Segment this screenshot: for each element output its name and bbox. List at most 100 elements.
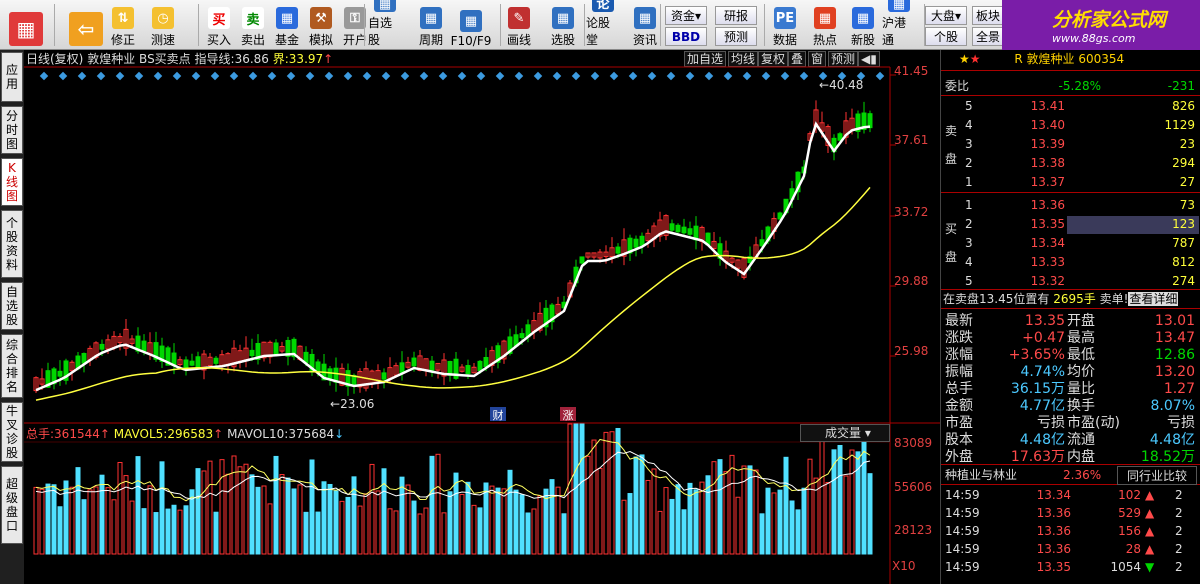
app-logo-button[interactable]: ▦ [6, 2, 46, 48]
hk-connect-button[interactable]: ▦ 沪港通 [882, 0, 916, 48]
vtab-5[interactable]: 自选股 [1, 282, 23, 330]
bid-price: 13.34 [1030, 236, 1065, 250]
signal-diamond [799, 71, 809, 81]
candle-body [273, 342, 279, 356]
signal-diamond [191, 71, 201, 81]
hammer-button[interactable]: ⚒ 模拟 [304, 2, 338, 48]
quote-panel: ★★ R 敦煌种业 600354 委比 -5.28% -231 5 13.41 82… [940, 50, 1200, 584]
sell-button[interactable]: 卖卖出 [236, 2, 270, 48]
volume-bar [801, 487, 807, 555]
select-stock-button[interactable]: ▦ 选股 [546, 2, 580, 48]
volume-bar [633, 456, 639, 555]
market-button[interactable]: 大盘 ▾ [925, 6, 967, 25]
candle-body [579, 256, 585, 264]
ask-level: 1 [965, 175, 973, 189]
buy-button[interactable]: 买买入 [202, 2, 236, 48]
vtab-2[interactable]: 分时图 [1, 106, 23, 154]
research-button[interactable]: 研报 [715, 6, 757, 25]
industry-name[interactable]: 种植业与林业 [945, 466, 1017, 485]
signal-diamond [438, 71, 448, 81]
signal-diamond [39, 71, 49, 81]
signal-diamond [419, 71, 429, 81]
volume-bar [39, 488, 45, 555]
pen-button[interactable]: ✎ 画线 [502, 2, 536, 48]
kline-svg[interactable] [24, 50, 940, 584]
logo-title: 分析家公式网 [1052, 9, 1167, 31]
period-button[interactable]: ▦ 周期 [414, 2, 448, 48]
forecast-button[interactable]: 预测 [715, 27, 757, 46]
star-icon[interactable]: ★ [959, 52, 970, 66]
new-stock-button[interactable]: ▦ 新股 [846, 2, 880, 48]
signal-diamond [457, 71, 467, 81]
signal-diamond [58, 71, 68, 81]
stat-label: 内盘 [1067, 449, 1095, 465]
star-red-icon[interactable]: ★ [970, 52, 981, 66]
signal-diamond [134, 71, 144, 81]
volume-bar [129, 500, 135, 555]
buy-icon: 买 [208, 7, 230, 29]
indicator-dropdown[interactable]: 成交量 ▾ [800, 424, 890, 442]
candle-body [399, 362, 405, 373]
candle-body [81, 352, 87, 364]
vtab-3[interactable]: K线图 [1, 158, 23, 206]
f10-button[interactable]: ▦ F10/F9 [451, 2, 491, 48]
pe-button[interactable]: PE 数据 [768, 2, 802, 48]
candle-body [57, 370, 63, 377]
hot-button[interactable]: ▦ 热点 [808, 2, 842, 48]
vol-total-value: 361544 [54, 427, 100, 441]
news-button[interactable]: ▦ 资讯 [628, 2, 662, 48]
tick-volume: 1054 [1110, 560, 1141, 574]
vtab-1[interactable]: 应用 [1, 52, 23, 102]
volume-bar [117, 461, 123, 555]
toolbar-separator [54, 4, 55, 46]
view-detail-link[interactable]: 查看详细 [1128, 292, 1179, 306]
vtab-6[interactable]: 综合排名 [1, 334, 23, 398]
bid-price: 13.33 [1030, 255, 1065, 269]
vtab-8[interactable]: 超级盘口 [1, 466, 23, 544]
signal-diamond [666, 71, 676, 81]
pen-icon: ✎ [508, 7, 530, 29]
bid-volume: 123 [1172, 217, 1195, 231]
vtab-4[interactable]: 个股资料 [1, 210, 23, 278]
volume-bar [111, 499, 117, 555]
volume-bar [567, 423, 573, 555]
vtab-7[interactable]: 牛叉诊股 [1, 402, 23, 462]
volume-bar [309, 459, 315, 555]
updown-button[interactable]: ⇅ 修正 [106, 2, 140, 48]
fund-flow-button[interactable]: 资金 ▾ [665, 6, 707, 25]
volume-bar [411, 500, 417, 555]
volume-bar [213, 511, 219, 555]
toolbar-label: 模拟 [308, 33, 333, 47]
forum-button[interactable]: 论论股堂 [586, 0, 620, 48]
ask-volume: 294 [1172, 156, 1195, 170]
panorama-button[interactable]: 全景 [972, 27, 1004, 46]
star-list-button[interactable]: ▦ 自选股 [368, 0, 402, 48]
signal-diamond [77, 71, 87, 81]
fund-button[interactable]: ▦ 基金 [270, 2, 304, 48]
back-arrow-button[interactable]: ⇦ [66, 2, 106, 48]
kline-chart-panel[interactable]: 日线(复权) 敦煌种业 BS买卖点 指导线:36.86 界:33.97↑ 加自选… [24, 50, 940, 584]
limit-up-marker[interactable]: 涨 [560, 407, 576, 422]
f10-icon: ▦ [460, 10, 482, 32]
volume-bar [51, 484, 57, 555]
individual-button[interactable]: 个股 [925, 27, 967, 46]
candle-body [633, 238, 639, 248]
tick-type: 2 [1175, 542, 1183, 556]
volume-bar [747, 465, 753, 555]
tick-time: 14:59 [945, 488, 980, 502]
financial-report-marker[interactable]: 财 [490, 407, 506, 422]
volume-bar [753, 469, 759, 555]
main-toolbar: ▦ ⇦ ⇅ 修正 ◷ 测速买买入卖卖出 ▦ 基金 ⚒ 模拟 ⚿ 开户 ▦ 自选股 ▦ 周期 ▦ F10/F9 ✎ 画线… [0, 0, 1200, 50]
lock-button[interactable]: ⚿ 开户 [338, 2, 372, 48]
tick-type: 2 [1175, 524, 1183, 538]
high-price-marker: ←40.48 [819, 78, 864, 92]
volume-bar [657, 510, 663, 555]
toolbar-label: 基金 [274, 33, 299, 47]
star-list-icon: ▦ [374, 0, 396, 12]
board-button[interactable]: 板块 [972, 6, 1004, 25]
clock-button[interactable]: ◷ 测速 [146, 2, 180, 48]
bbd-button[interactable]: BBD [665, 27, 707, 46]
volume-bar [519, 494, 525, 555]
bid-price: 13.35 [1030, 217, 1065, 231]
industry-compare-button[interactable]: 同行业比较 [1117, 466, 1197, 485]
